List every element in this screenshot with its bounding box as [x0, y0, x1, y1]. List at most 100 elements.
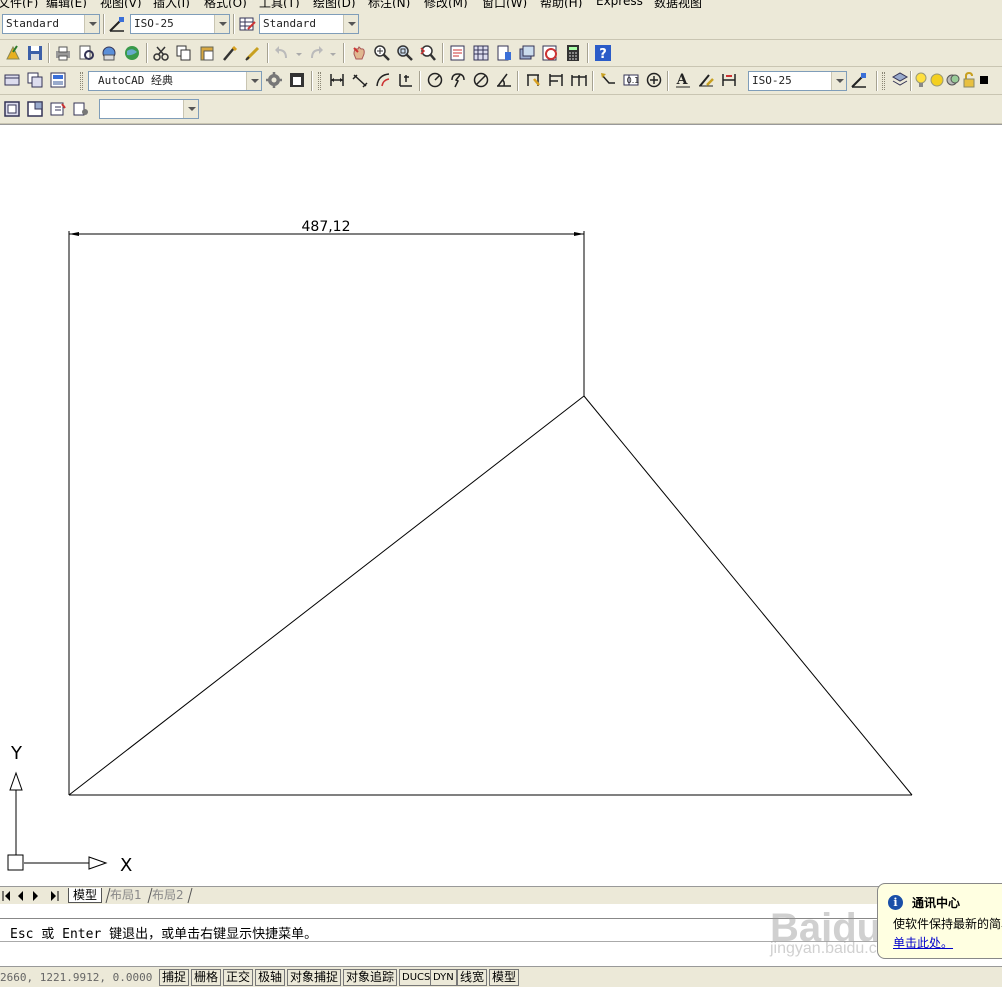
layout-wizard-icon[interactable]: [48, 99, 68, 119]
menu-view[interactable]: 视图(V): [100, 0, 142, 8]
zoom-window-icon[interactable]: [395, 43, 415, 63]
menu-modify[interactable]: 修改(M): [424, 0, 468, 8]
dimension-style-manager-icon[interactable]: [849, 70, 869, 90]
quick-leader-icon[interactable]: [598, 70, 618, 90]
menu-edit[interactable]: 编辑(E): [46, 0, 87, 8]
continue-dimension-icon[interactable]: [569, 70, 589, 90]
chevron-down-icon[interactable]: [214, 15, 229, 33]
print-icon[interactable]: [53, 43, 73, 63]
toolbar-grip[interactable]: [80, 72, 83, 90]
drawing-canvas[interactable]: 487,12 Y X: [0, 124, 1002, 886]
snap-toggle[interactable]: 捕捉: [159, 969, 190, 986]
menu-tools[interactable]: 工具(T): [259, 0, 300, 8]
workspace-window-icon[interactable]: [287, 70, 307, 90]
match-properties-icon[interactable]: [220, 43, 240, 63]
paste-icon[interactable]: [197, 43, 217, 63]
design-center-icon[interactable]: [471, 43, 491, 63]
arc-length-icon[interactable]: [373, 70, 393, 90]
copy-icon[interactable]: [174, 43, 194, 63]
calculator-icon[interactable]: [563, 43, 583, 63]
cut-icon[interactable]: [151, 43, 171, 63]
lineweight-toggle[interactable]: 线宽: [457, 969, 488, 986]
publish-icon[interactable]: [99, 43, 119, 63]
notification-link[interactable]: 单击此处。: [893, 934, 953, 951]
tolerance-icon[interactable]: 0.1: [621, 70, 641, 90]
table-style-icon[interactable]: [237, 14, 257, 34]
redo-icon[interactable]: [306, 43, 326, 63]
polar-toggle[interactable]: 极轴: [255, 969, 286, 986]
menu-draw[interactable]: 绘图(D): [313, 0, 356, 8]
dim-style-icon[interactable]: [107, 14, 127, 34]
right-diagonal-line[interactable]: [583, 395, 913, 796]
block-editor-icon[interactable]: [243, 43, 263, 63]
menu-insert[interactable]: 插入(I): [153, 0, 190, 8]
chevron-down-icon[interactable]: [246, 72, 261, 90]
dimension-style-combo[interactable]: ISO-25: [748, 71, 847, 91]
zoom-previous-icon[interactable]: [418, 43, 438, 63]
help-icon[interactable]: ?: [593, 43, 613, 63]
jogged-dimension-icon[interactable]: [448, 70, 468, 90]
dim-style-combo[interactable]: ISO-25: [130, 14, 230, 34]
workspace-settings-gear-icon[interactable]: [264, 70, 284, 90]
dimension-update-icon[interactable]: [719, 70, 739, 90]
chevron-down-icon[interactable]: [183, 100, 198, 118]
chevron-down-icon[interactable]: [343, 15, 358, 33]
layer-thaw-sun-icon[interactable]: [929, 70, 945, 90]
workspace-combo[interactable]: AutoCAD 经典: [88, 71, 262, 91]
menu-express[interactable]: Express: [596, 0, 643, 8]
osnap-toggle[interactable]: 对象捕捉: [287, 969, 342, 986]
angular-dimension-icon[interactable]: [494, 70, 514, 90]
grid-toggle[interactable]: 栅格: [191, 969, 222, 986]
sheet-set-icon[interactable]: [517, 43, 537, 63]
toolbar-grip[interactable]: [882, 72, 885, 90]
communication-center-balloon[interactable]: i 通讯中心 使软件保持最新的简单 单击此处。: [877, 883, 1002, 959]
toolbar-grip[interactable]: [318, 72, 321, 90]
layer-on-bulb-icon[interactable]: [913, 70, 929, 90]
coordinate-readout[interactable]: 2660, 1221.9912, 0.0000: [0, 971, 155, 984]
new-layout-icon[interactable]: [2, 99, 22, 119]
layout-viewport-icon[interactable]: [25, 99, 45, 119]
layer-lock-icon[interactable]: [961, 70, 977, 90]
otrack-toggle[interactable]: 对象追踪: [343, 969, 398, 986]
layer-manager-icon[interactable]: [890, 70, 910, 90]
zoom-realtime-icon[interactable]: [372, 43, 392, 63]
dyn-toggle[interactable]: DYN: [430, 969, 457, 986]
undo-icon[interactable]: [272, 43, 292, 63]
workspace-save-icon[interactable]: [25, 70, 45, 90]
chevron-down-icon[interactable]: [84, 15, 99, 33]
text-style-combo[interactable]: Standard: [2, 14, 100, 34]
chevron-down-icon[interactable]: [831, 72, 846, 90]
pan-icon[interactable]: [349, 43, 369, 63]
model-toggle[interactable]: 模型: [489, 969, 520, 986]
workspace-customize-icon[interactable]: [48, 70, 68, 90]
layer-color-swatch-icon[interactable]: [977, 70, 991, 90]
diameter-dimension-icon[interactable]: [471, 70, 491, 90]
aligned-dimension-icon[interactable]: [350, 70, 370, 90]
workspace-settings-icon[interactable]: [2, 70, 22, 90]
plot-preview-icon[interactable]: [76, 43, 96, 63]
quick-dimension-icon[interactable]: [523, 70, 543, 90]
qnew-icon[interactable]: [3, 43, 23, 63]
ordinate-dimension-icon[interactable]: [396, 70, 416, 90]
menu-dimension[interactable]: 标注(N): [368, 0, 410, 8]
page-setup-icon[interactable]: [71, 99, 91, 119]
layer-viewport-icon[interactable]: [945, 70, 961, 90]
tool-palettes-icon[interactable]: [494, 43, 514, 63]
publish-web-icon[interactable]: [122, 43, 142, 63]
menu-help[interactable]: 帮助(H): [540, 0, 582, 8]
dimension-487[interactable]: 487,12: [69, 219, 584, 236]
menu-format[interactable]: 格式(O): [204, 0, 247, 8]
properties-icon[interactable]: [448, 43, 468, 63]
table-style-combo[interactable]: Standard: [259, 14, 359, 34]
redo-dropdown-icon[interactable]: [327, 43, 339, 63]
menu-window[interactable]: 窗口(W): [482, 0, 527, 8]
menu-data-view[interactable]: 数据视图: [654, 0, 702, 8]
ducs-toggle[interactable]: DUCS: [399, 969, 434, 986]
baseline-dimension-icon[interactable]: [546, 70, 566, 90]
save-icon[interactable]: [25, 43, 45, 63]
layer-combo[interactable]: [99, 99, 199, 119]
markup-set-icon[interactable]: [540, 43, 560, 63]
menu-file[interactable]: 文件(F): [0, 0, 38, 8]
linear-dimension-icon[interactable]: [327, 70, 347, 90]
dimension-text-edit-icon[interactable]: [696, 70, 716, 90]
